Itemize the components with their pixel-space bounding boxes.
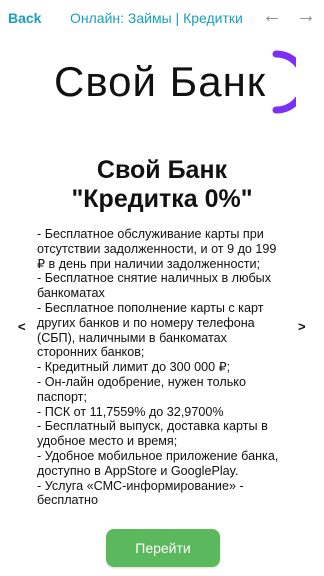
description-line: (СБП), наличными в банкоматах — [37, 330, 227, 345]
description-line: доступно в AppStore и GooglePlay. — [37, 463, 239, 478]
description-line: бесплатно — [37, 493, 98, 508]
bank-logo: Свой Банк — [54, 50, 296, 114]
description-line: - Он-лайн одобрение, нужен только — [37, 374, 246, 389]
description-line: отсутствии задолженности, и от 9 до 199 — [37, 241, 277, 256]
logo-arc-icon — [272, 50, 296, 114]
description-line: - Кредитный лимит до 300 000 ₽; — [37, 360, 231, 375]
arrow-right-icon[interactable]: → — [296, 6, 316, 26]
description-line: паспорт; — [37, 389, 87, 404]
description-line: - Бесплатное обслуживание карты при — [37, 227, 264, 241]
description-line: - Бесплатный выпуск, доставка карты в — [37, 419, 268, 434]
carousel-prev-button[interactable]: < — [18, 319, 26, 334]
logo-text: Свой Банк — [54, 58, 267, 105]
top-bar: Back Онлайн: Займы | Кредитки ← → — [0, 0, 324, 38]
card-description: - Бесплатное обслуживание карты при отсу… — [37, 227, 289, 508]
card-title: Свой Банк — [96, 156, 228, 184]
page-title: Онлайн: Займы | Кредитки — [70, 10, 243, 26]
arrow-left-icon[interactable]: ← — [262, 6, 282, 26]
description-line: - Удобное мобильное приложение банка, — [37, 448, 279, 463]
description-line: банкоматах — [37, 286, 105, 301]
description-line: сторонних банков; — [37, 345, 145, 360]
description-line: других банков и по номеру телефона — [37, 315, 255, 330]
description-line: ₽ в день при наличии задолженности; — [37, 256, 261, 271]
description-line: - Бесплатное снятие наличных в любых — [37, 271, 272, 286]
go-button[interactable]: Перейти — [106, 529, 220, 567]
back-button[interactable]: Back — [8, 10, 41, 26]
carousel-next-button[interactable]: > — [298, 319, 306, 334]
description-line: - Услуга «СМС-информирование» - — [37, 478, 244, 493]
card-subtitle: "Кредитка 0%" — [71, 185, 253, 213]
description-line: удобное место и время; — [37, 434, 178, 449]
description-line: - ПСК от 11,7559% до 32,9700% — [37, 404, 224, 419]
description-line: - Бесплатное пополнение карты с карт — [37, 300, 264, 315]
